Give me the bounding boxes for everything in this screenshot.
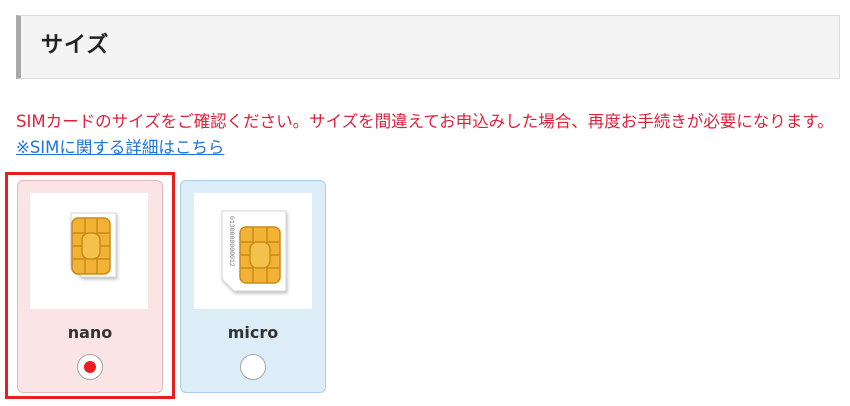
micro-sim-card-icon: 0130000000012 (221, 210, 287, 292)
micro-sim-image: 0130000000012 (194, 193, 312, 309)
size-notice-text: SIMカードのサイズをご確認ください。サイズを間違えてお申込みした場合、再度お手… (16, 112, 834, 131)
nano-sim-card-icon (70, 212, 117, 278)
micro-sim-serial-text: 0130000000012 (228, 216, 235, 267)
sim-option-micro[interactable]: 0130000000012 micro (180, 180, 326, 393)
micro-label: micro (227, 323, 279, 342)
radio-selected-dot (84, 361, 96, 373)
sim-option-nano[interactable]: nano (17, 180, 163, 393)
nano-label: nano (67, 323, 113, 342)
section-title: サイズ (41, 33, 110, 58)
sim-details-link[interactable]: ※SIMに関する詳細はこちら (16, 138, 224, 158)
nano-sim-image (30, 193, 148, 309)
micro-radio-button[interactable] (240, 354, 266, 380)
section-header: サイズ (16, 15, 840, 79)
nano-radio-button[interactable] (77, 354, 103, 380)
